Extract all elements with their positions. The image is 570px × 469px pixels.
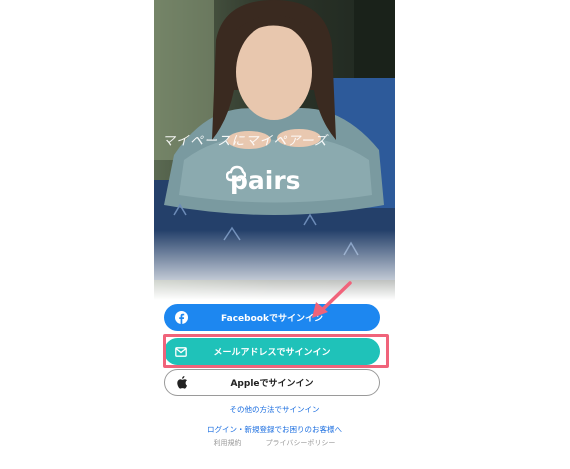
- apple-signin-label: Appleでサインイン: [230, 379, 314, 389]
- hero-tagline: マイペースにマイペアーズ: [162, 134, 328, 149]
- privacy-policy-link[interactable]: プライバシーポリシー: [266, 438, 336, 448]
- arrow-icon: [306, 280, 354, 324]
- hero-photo: マイペースにマイペアーズ pairs: [154, 0, 395, 300]
- signin-screen: マイペースにマイペアーズ pairs Facebookでサインイン メールアドレ…: [154, 0, 395, 469]
- apple-signin-button[interactable]: Appleでサインイン: [164, 369, 380, 396]
- pairs-logo: pairs: [226, 165, 301, 195]
- terms-link[interactable]: 利用規約: [214, 438, 242, 448]
- hero-photo-illustration: [154, 0, 395, 300]
- apple-icon: [175, 376, 189, 390]
- other-signin-link[interactable]: その他の方法でサインイン: [154, 404, 395, 415]
- footer-links: 利用規約 プライバシーポリシー: [154, 438, 395, 448]
- mail-button-highlight: [163, 334, 389, 368]
- facebook-icon: [174, 311, 188, 325]
- login-help-link[interactable]: ログイン・新規登録でお困りのお客様へ: [154, 424, 395, 435]
